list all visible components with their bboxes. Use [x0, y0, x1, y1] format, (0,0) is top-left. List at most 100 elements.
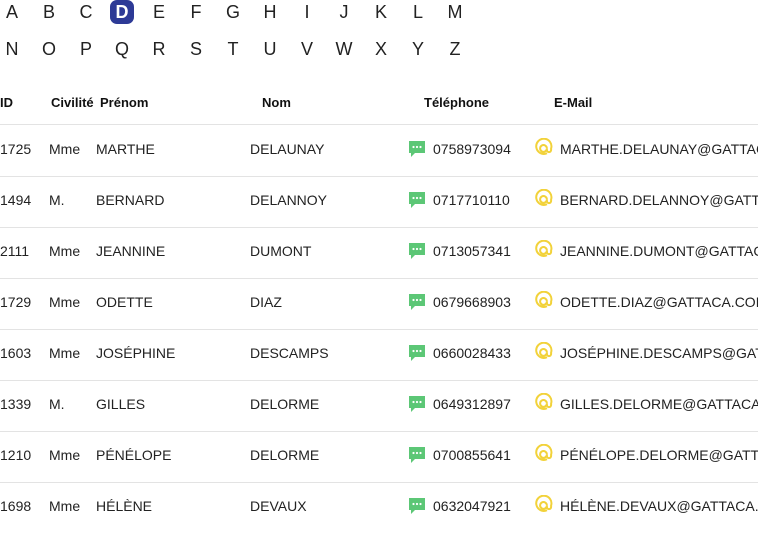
cell-id: 1603 [0, 345, 32, 361]
letter-z[interactable]: Z [443, 37, 467, 61]
cell-id: 1729 [0, 294, 32, 310]
sms-bubble-icon[interactable] [407, 496, 427, 516]
table-row[interactable]: 1729 Mme ODETTE DIAZ 0679668903 ODETTE.DIAZ@G… [0, 278, 758, 329]
cell-telephone[interactable]: 0649312897 [433, 396, 511, 412]
letter-l[interactable]: L [406, 0, 430, 24]
sms-bubble-icon[interactable] [407, 190, 427, 210]
cell-email[interactable]: HÉLÈNE.DEVAUX@GATTACA. [560, 498, 758, 514]
letter-p[interactable]: P [74, 37, 98, 61]
cell-telephone[interactable]: 0717710110 [433, 192, 510, 208]
letter-b[interactable]: B [37, 0, 61, 24]
letter-g[interactable]: G [221, 0, 245, 24]
letter-m[interactable]: M [443, 0, 467, 24]
letter-q[interactable]: Q [110, 37, 134, 61]
cell-id: 2111 [0, 243, 30, 259]
header-nom[interactable]: Nom [262, 95, 291, 110]
cell-civilite: M. [49, 192, 65, 208]
letter-h[interactable]: H [258, 0, 282, 24]
cell-nom: DELANNOY [250, 192, 328, 208]
cell-prenom: PÉNÉLOPE [96, 447, 172, 463]
cell-nom: DEVAUX [250, 498, 307, 514]
at-sign-icon[interactable] [533, 188, 554, 210]
table-row[interactable]: 1210 Mme PÉNÉLOPE DELORME 0700855641 PÉNÉLOPE… [0, 431, 758, 482]
cell-telephone[interactable]: 0713057341 [433, 243, 511, 259]
cell-prenom: ODETTE [96, 294, 153, 310]
cell-nom: DELAUNAY [250, 141, 325, 157]
letter-j[interactable]: J [332, 0, 356, 24]
cell-id: 1725 [0, 141, 32, 157]
sms-bubble-icon[interactable] [407, 139, 427, 159]
table-row[interactable]: 1603 Mme JOSÉPHINE DESCAMPS 0660028433 JOSÉPH… [0, 329, 758, 380]
cell-telephone[interactable]: 0758973094 [433, 141, 511, 157]
letter-e[interactable]: E [147, 0, 171, 24]
table-row[interactable]: 1339 M. GILLES DELORME 0649312897 GILLES.DELO… [0, 380, 758, 431]
header-civilite[interactable]: Civilité [51, 95, 94, 110]
cell-email[interactable]: PÉNÉLOPE.DELORME@GATT [560, 447, 758, 463]
sms-bubble-icon[interactable] [407, 394, 427, 414]
header-telephone[interactable]: Téléphone [424, 95, 489, 110]
sms-bubble-icon[interactable] [407, 241, 427, 261]
letter-i[interactable]: I [295, 0, 319, 24]
letter-w[interactable]: W [332, 37, 356, 61]
cell-prenom: JEANNINE [96, 243, 166, 259]
cell-prenom: HÉLÈNE [96, 498, 153, 514]
at-sign-icon[interactable] [533, 239, 554, 261]
cell-civilite: M. [49, 396, 65, 412]
cell-telephone[interactable]: 0700855641 [433, 447, 511, 463]
table-row[interactable]: 1725 Mme MARTHE DELAUNAY 0758973094 MARTHE.DE… [0, 125, 758, 176]
cell-email[interactable]: GILLES.DELORME@GATTACA [560, 396, 758, 412]
cell-nom: DELORME [250, 396, 320, 412]
letter-d[interactable]: D [110, 0, 134, 24]
table-row[interactable]: 1698 Mme HÉLÈNE DEVAUX 0632047921 HÉLÈNE.DEVA… [0, 482, 758, 533]
cell-nom: DIAZ [250, 294, 282, 310]
header-prenom[interactable]: Prénom [100, 95, 148, 110]
cell-nom: DUMONT [250, 243, 312, 259]
at-sign-icon[interactable] [533, 290, 554, 312]
letter-n[interactable]: N [0, 37, 24, 61]
letter-y[interactable]: Y [406, 37, 430, 61]
letter-r[interactable]: R [147, 37, 171, 61]
cell-prenom: GILLES [96, 396, 146, 412]
table-row[interactable]: 1494 M. BERNARD DELANNOY 0717710110 BERNARD.D… [0, 176, 758, 227]
cell-prenom: BERNARD [96, 192, 165, 208]
cell-telephone[interactable]: 0679668903 [433, 294, 511, 310]
cell-email[interactable]: JEANNINE.DUMONT@GATTAC [560, 243, 758, 259]
sms-bubble-icon[interactable] [407, 445, 427, 465]
sms-bubble-icon[interactable] [407, 292, 427, 312]
cell-id: 1339 [0, 396, 32, 412]
letter-x[interactable]: X [369, 37, 393, 61]
cell-civilite: Mme [49, 447, 81, 463]
cell-email[interactable]: JOSÉPHINE.DESCAMPS@GAT [560, 345, 758, 361]
letter-k[interactable]: K [369, 0, 393, 24]
letter-v[interactable]: V [295, 37, 319, 61]
at-sign-icon[interactable] [533, 392, 554, 414]
cell-email[interactable]: BERNARD.DELANNOY@GATT [560, 192, 758, 208]
letter-t[interactable]: T [221, 37, 245, 61]
cell-telephone[interactable]: 0660028433 [433, 345, 511, 361]
at-sign-icon[interactable] [533, 137, 554, 159]
header-email[interactable]: E-Mail [554, 95, 592, 110]
letter-o[interactable]: O [37, 37, 61, 61]
at-sign-icon[interactable] [533, 443, 554, 465]
letter-a[interactable]: A [0, 0, 24, 24]
table-row[interactable]: 2111 Mme JEANNINE DUMONT 0713057341 JEANNINE.… [0, 227, 758, 278]
cell-civilite: Mme [49, 141, 81, 157]
cell-id: 1494 [0, 192, 32, 208]
cell-email[interactable]: ODETTE.DIAZ@GATTACA.COM [560, 294, 758, 310]
header-id[interactable]: ID [0, 95, 13, 110]
cell-civilite: Mme [49, 243, 81, 259]
cell-prenom: MARTHE [96, 141, 155, 157]
letter-u[interactable]: U [258, 37, 282, 61]
at-sign-icon[interactable] [533, 494, 554, 516]
at-sign-icon[interactable] [533, 341, 554, 363]
cell-telephone[interactable]: 0632047921 [433, 498, 511, 514]
cell-email[interactable]: MARTHE.DELAUNAY@GATTAC [560, 141, 758, 157]
letter-s[interactable]: S [184, 37, 208, 61]
cell-id: 1210 [0, 447, 32, 463]
cell-civilite: Mme [49, 345, 81, 361]
letter-f[interactable]: F [184, 0, 208, 24]
letter-c[interactable]: C [74, 0, 98, 24]
cell-nom: DESCAMPS [250, 345, 329, 361]
sms-bubble-icon[interactable] [407, 343, 427, 363]
cell-id: 1698 [0, 498, 32, 514]
